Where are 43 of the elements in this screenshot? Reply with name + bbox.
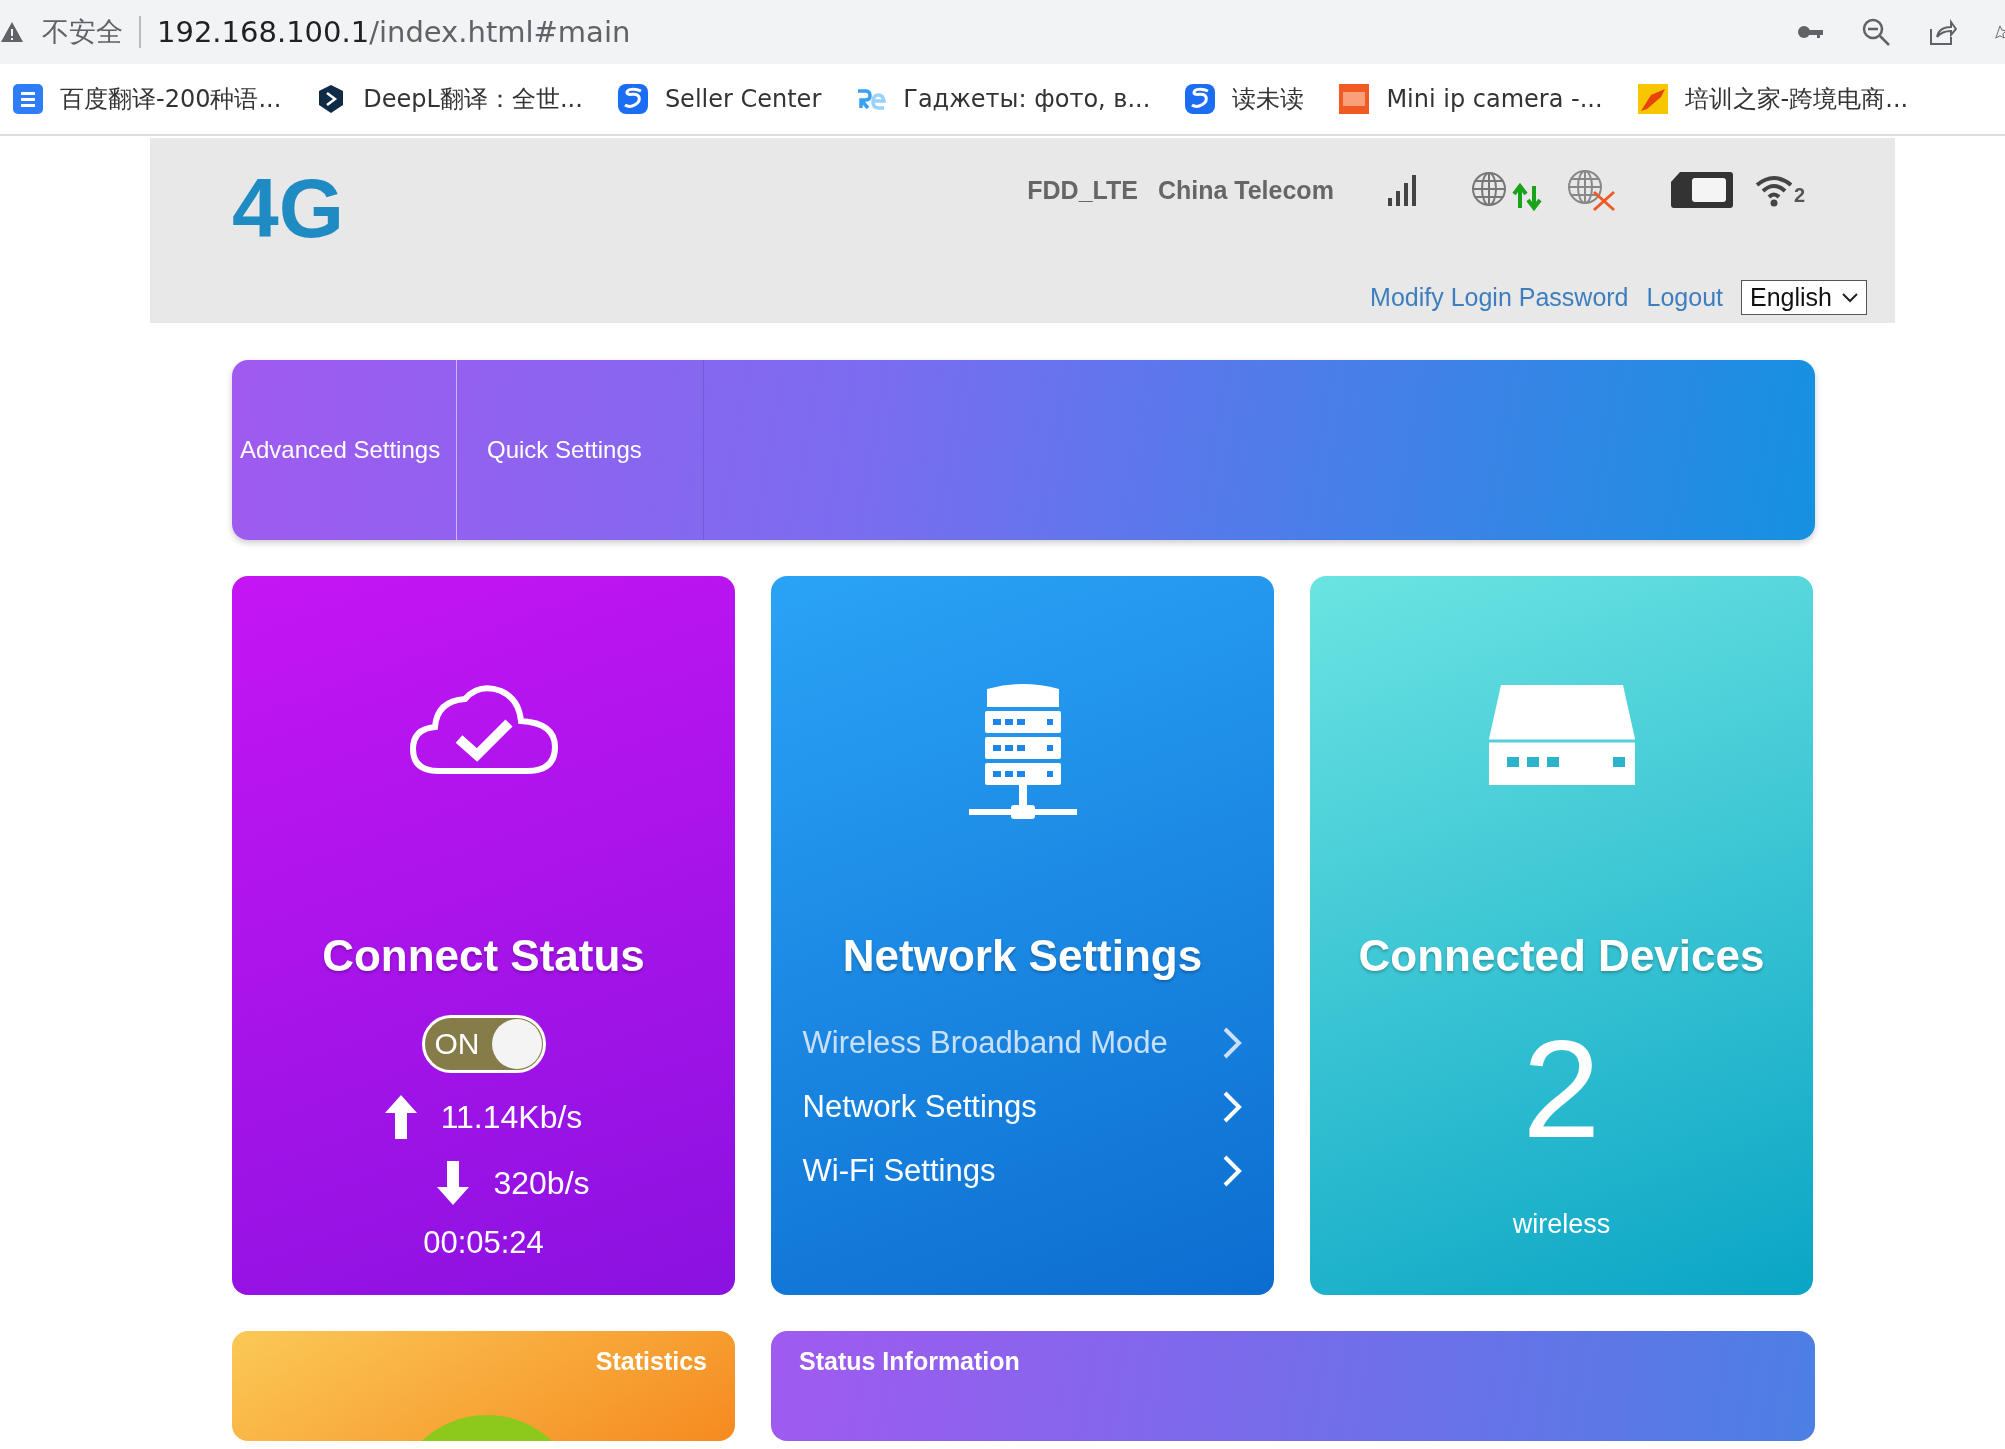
bookmark[interactable]: Гаджеты: фото, в... (855, 83, 1151, 115)
bookmark[interactable]: Seller Center (616, 83, 822, 115)
globe-disconnected-icon (1565, 168, 1618, 212)
zoom-out-icon[interactable] (1861, 17, 1891, 47)
bookmark-icon (1184, 83, 1217, 115)
bookmark-icon (1338, 83, 1371, 115)
dropdown-caret-icon (1842, 292, 1858, 303)
device-count: 2 (1522, 1019, 1601, 1159)
share-icon[interactable] (1927, 17, 1957, 47)
address-field[interactable]: 192.168.100.1/index.html#main (157, 15, 631, 49)
operator-name: China Telecom (1157, 175, 1334, 205)
settings-link[interactable]: Wi-Fi Settings (802, 1147, 1243, 1195)
warning-icon[interactable] (0, 21, 24, 43)
nav-tab[interactable]: Quick Settings (457, 360, 704, 540)
bookmark[interactable]: Mini ip camera -... (1338, 83, 1603, 115)
upload-arrow-icon (384, 1095, 417, 1139)
bookmark-icon (616, 83, 649, 115)
status-card[interactable]: Connect Status ON 11.14Kb/s 320b/s 00:05:24 (232, 576, 735, 1295)
upload-speed: 11.14Kb/s (440, 1098, 583, 1136)
header-link[interactable]: Logout (1646, 283, 1723, 312)
card-title: Connected Devices (1358, 931, 1765, 981)
header-link[interactable]: Modify Login Password (1370, 283, 1629, 312)
bookmark[interactable]: 培训之家-跨境电商... (1636, 83, 1909, 115)
panel-title: Status Information (799, 1347, 1020, 1376)
connection-toggle[interactable]: ON (421, 1015, 546, 1073)
security-label[interactable]: 不安全 (42, 16, 141, 48)
bookmark[interactable]: DeepL翻译：全世... (315, 83, 583, 115)
network-type: FDD_LTE (1027, 175, 1138, 205)
nav-tab[interactable]: Advanced Settings (232, 360, 457, 540)
panel-title: Statistics (595, 1347, 707, 1376)
language-select[interactable]: English (1741, 280, 1867, 315)
download-speed: 320b/s (493, 1164, 590, 1202)
uptime: 00:05:24 (423, 1225, 544, 1261)
bookmark-icon (12, 83, 44, 115)
device-type: wireless (1512, 1209, 1611, 1240)
settings-link[interactable]: Network Settings (802, 1083, 1243, 1131)
bookmark[interactable]: 读未读 (1184, 83, 1305, 115)
logo: 4G (232, 166, 345, 250)
bookmark-icon (1636, 83, 1669, 115)
card-title: Connect Status (322, 931, 645, 981)
bookmark[interactable]: 百度翻译-200种语... (12, 83, 282, 115)
download-arrow-icon (437, 1161, 470, 1205)
card-title: Network Settings (842, 931, 1203, 981)
